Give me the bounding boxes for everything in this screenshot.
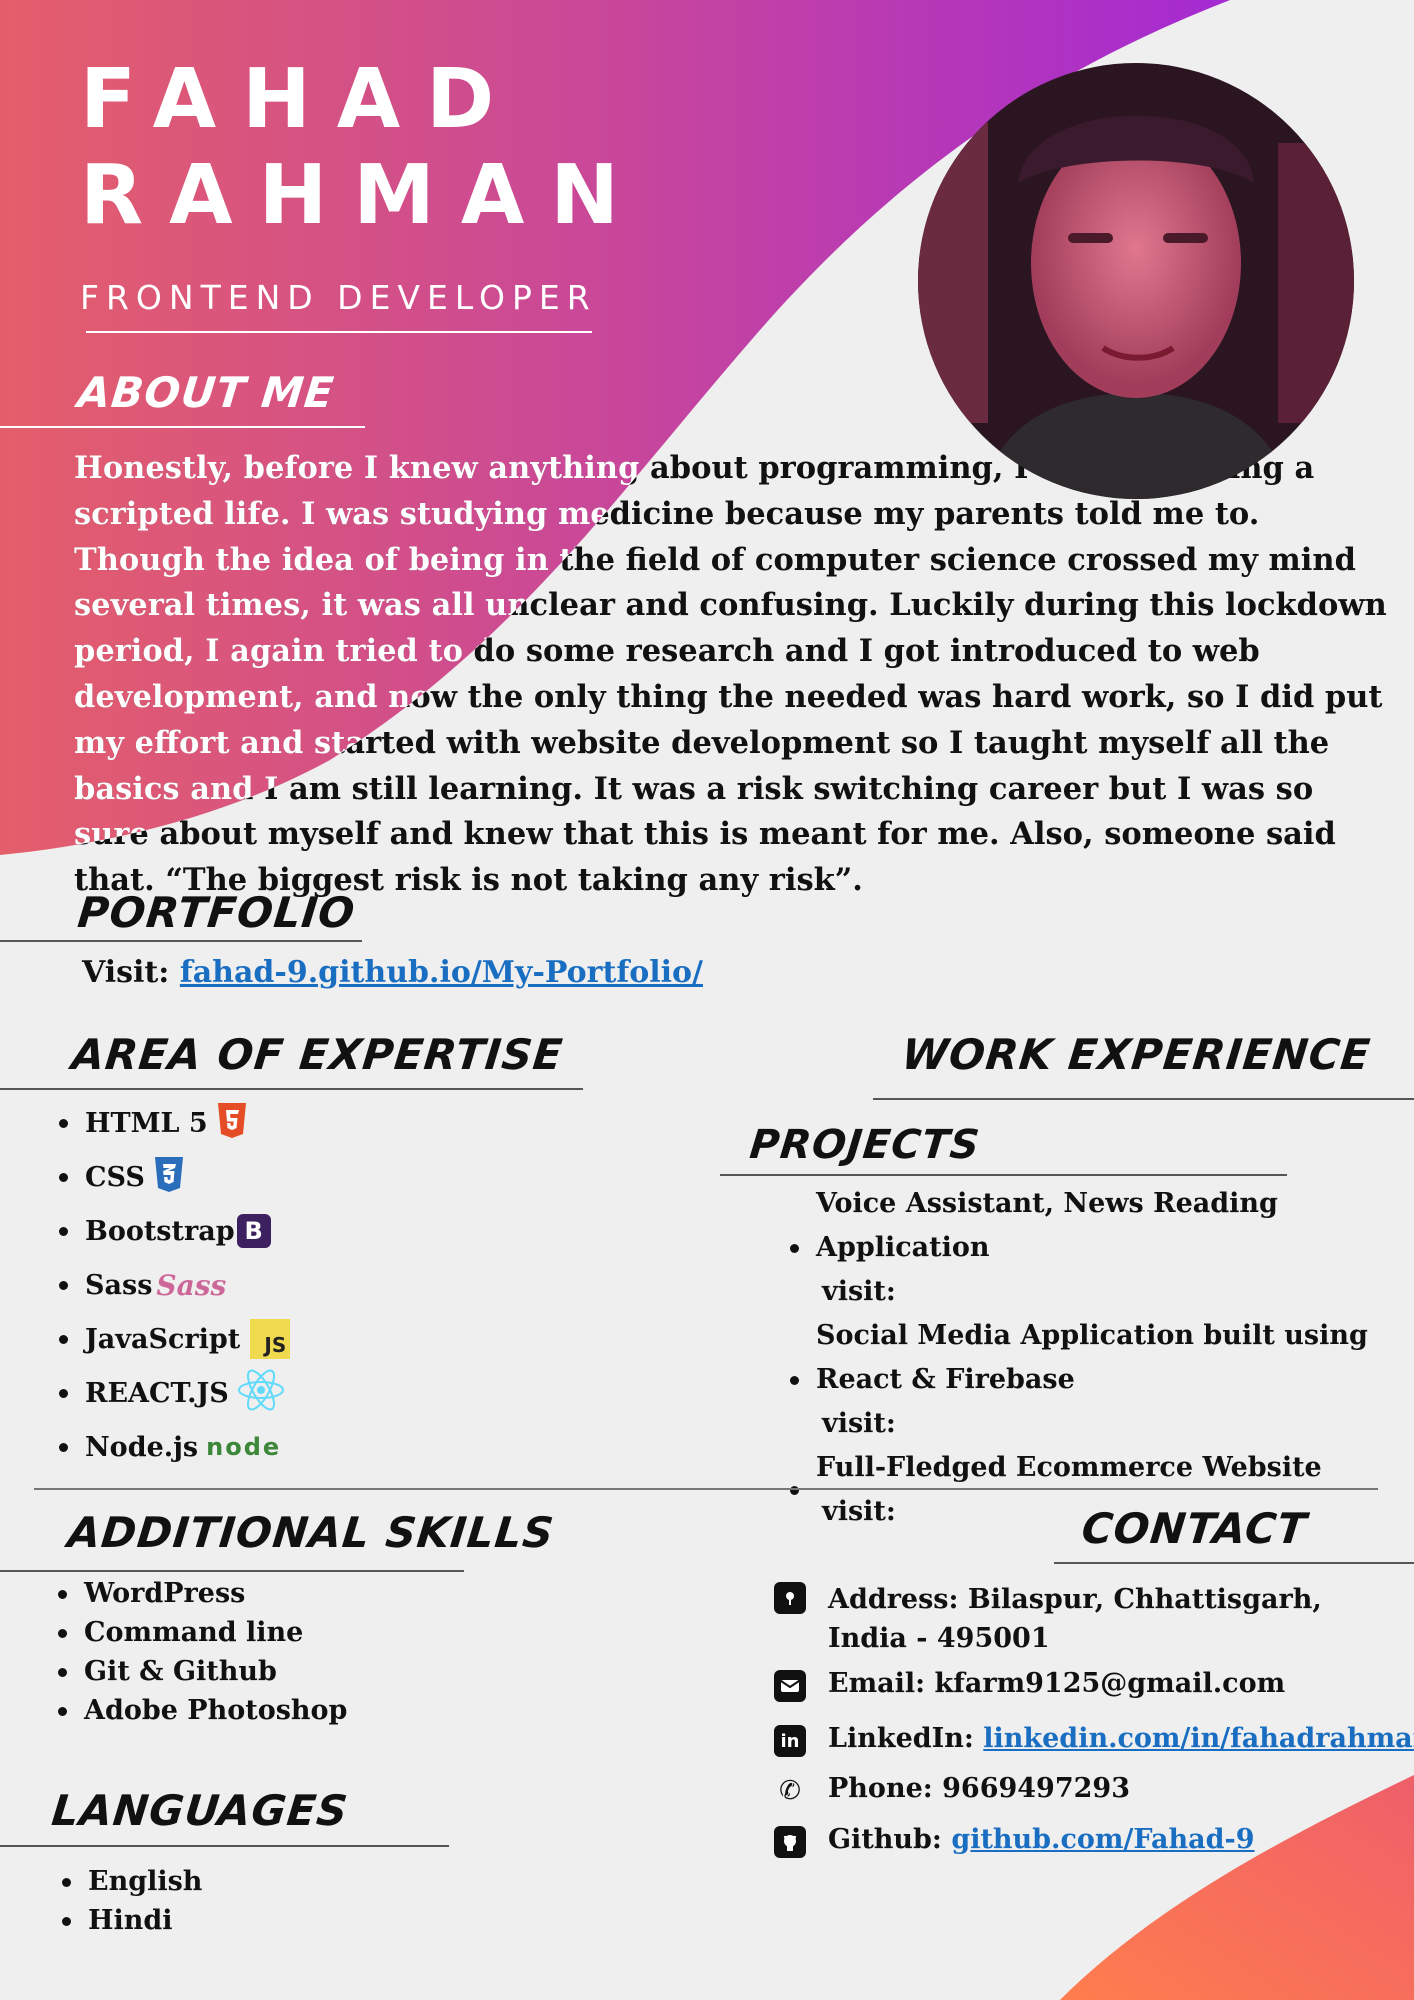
additional-list: WordPress Command line Git & Github Adob… <box>57 1574 347 1730</box>
html5-icon <box>216 1101 248 1146</box>
react-icon <box>237 1369 285 1418</box>
portfolio-visit-label: Visit: <box>82 955 170 990</box>
portfolio-visit: Visit: fahad-9.github.io/My-Portfolio/ <box>82 955 703 990</box>
languages-list: English Hindi <box>61 1862 202 1940</box>
about-divider <box>0 426 365 428</box>
about-heading: ABOUT ME <box>75 368 337 417</box>
last-name: RAHMAN <box>80 148 645 243</box>
contact-github: Github: github.com/Fahad-9 <box>774 1824 1255 1858</box>
languages-divider <box>0 1845 449 1847</box>
additional-divider <box>0 1570 464 1572</box>
css3-icon <box>153 1155 185 1200</box>
contact-linkedin: in LinkedIn: linkedin.com/in/fahadrahman… <box>774 1723 1414 1757</box>
list-item: Command line <box>57 1613 347 1652</box>
first-name: FAHAD <box>80 52 521 147</box>
list-item: Git & Github <box>57 1652 347 1691</box>
project-title: Voice Assistant, News Reading Applicatio… <box>816 1188 1278 1263</box>
list-item: Bootstrap B <box>58 1204 290 1258</box>
list-item: Adobe Photoshop <box>57 1691 347 1730</box>
projects-list: Voice Assistant, News Reading Applicatio… <box>790 1182 1412 1534</box>
bootstrap-icon: B <box>236 1214 271 1248</box>
list-item: WordPress <box>57 1574 347 1613</box>
expertise-list: HTML 5 CSS Bootstrap B Sass Sass JavaScr… <box>58 1096 291 1474</box>
map-pin-icon <box>774 1582 806 1614</box>
portfolio-link[interactable]: fahad-9.github.io/My-Portfolio/ <box>180 955 703 990</box>
linkedin-icon: in <box>774 1725 806 1757</box>
list-item: Social Media Application built using Rea… <box>790 1314 1412 1446</box>
list-item: Sass Sass <box>58 1258 290 1312</box>
list-item: Voice Assistant, News Reading Applicatio… <box>790 1182 1412 1314</box>
list-item: CSS <box>58 1150 290 1204</box>
project-visit[interactable]: visit: <box>816 1402 1412 1446</box>
github-icon <box>774 1826 806 1858</box>
projects-divider <box>720 1174 1287 1176</box>
envelope-icon <box>774 1670 806 1702</box>
profile-photo <box>918 63 1354 499</box>
list-item: JavaScript JS <box>58 1312 291 1366</box>
sass-icon: Sass <box>156 1268 227 1302</box>
portfolio-heading: PORTFOLIO <box>75 888 358 937</box>
list-item: English <box>61 1862 202 1901</box>
contact-divider <box>1054 1562 1414 1564</box>
additional-heading: ADDITIONAL SKILLS <box>65 1508 557 1557</box>
person-name: FAHAD RAHMAN <box>80 52 645 244</box>
project-title: Social Media Application built using Rea… <box>816 1320 1368 1395</box>
avatar <box>918 63 1354 499</box>
contact-address: Address: Bilaspur, Chhattisgarh, India -… <box>774 1580 1322 1658</box>
contact-email: Email: kfarm9125@gmail.com <box>774 1668 1285 1702</box>
github-link[interactable]: github.com/Fahad-9 <box>951 1824 1254 1855</box>
list-item: Node.js node <box>58 1420 290 1474</box>
expertise-divider <box>0 1088 583 1090</box>
nodejs-icon: node <box>206 1433 282 1461</box>
work-heading: WORK EXPERIENCE <box>899 1030 1373 1079</box>
linkedin-link[interactable]: linkedin.com/in/fahadrahman9 <box>983 1723 1414 1754</box>
portfolio-divider <box>0 940 362 942</box>
section-divider <box>34 1488 1378 1490</box>
title-divider <box>86 331 592 333</box>
list-item: HTML 5 <box>58 1096 290 1150</box>
job-title: FRONTEND DEVELOPER <box>80 278 597 317</box>
list-item: REACT.JS <box>58 1366 290 1420</box>
projects-heading: PROJECTS <box>747 1122 983 1168</box>
expertise-heading: AREA OF EXPERTISE <box>69 1030 566 1079</box>
work-divider <box>873 1098 1414 1100</box>
javascript-icon: JS <box>250 1319 291 1359</box>
phone-icon: ✆ <box>779 1776 801 1806</box>
list-item: Hindi <box>61 1901 202 1940</box>
project-title: Full-Fledged Ecommerce Website <box>816 1452 1322 1483</box>
contact-heading: CONTACT <box>1079 1504 1310 1553</box>
languages-heading: LANGUAGES <box>49 1786 351 1835</box>
contact-phone: ✆ Phone: 9669497293 <box>774 1773 1130 1807</box>
phone-number[interactable]: 9669497293 <box>942 1773 1130 1804</box>
bottom-corner-shape <box>1060 1775 1414 2000</box>
email-address[interactable]: kfarm9125@gmail.com <box>935 1668 1286 1699</box>
project-visit[interactable]: visit: <box>816 1270 1412 1314</box>
